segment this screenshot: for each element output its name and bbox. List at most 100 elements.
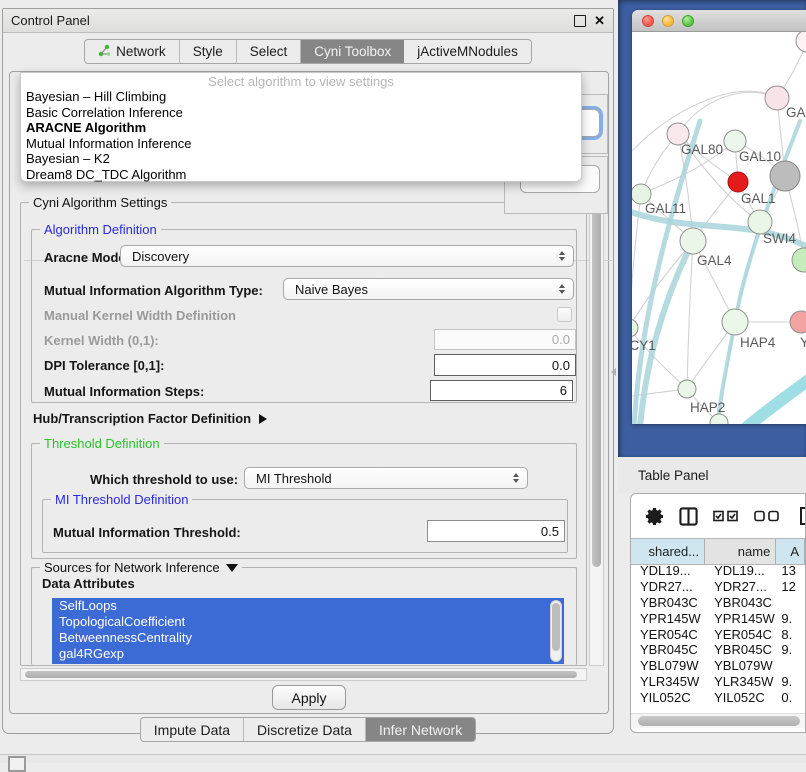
table-row[interactable]: YIL052CYIL052C0. — [631, 689, 805, 705]
table-cell: YBR043C — [631, 595, 705, 610]
mi-threshold-field[interactable]: 0.5 — [427, 520, 565, 542]
attribute-item[interactable]: BetweennessCentrality — [52, 630, 564, 646]
dpi-tolerance-label: DPI Tolerance [0,1]: — [44, 358, 164, 373]
control-panel-window: Control Panel ✕ NetworkStyleSelectCyni T… — [2, 8, 614, 734]
tab-label: Style — [193, 44, 223, 59]
mi-algorithm-type-value: Naive Bayes — [295, 282, 368, 297]
network-edge[interactable] — [687, 241, 693, 389]
new-column-icon[interactable] — [799, 506, 806, 526]
network-node[interactable] — [632, 319, 638, 337]
network-edge[interactable] — [678, 92, 777, 134]
unselect-columns-icon[interactable] — [754, 510, 780, 522]
table-cell: YIL052C — [705, 690, 776, 705]
kernel-width-field[interactable]: 0.0 — [434, 329, 576, 350]
table-row[interactable]: YPR145WYPR145W9. — [631, 610, 805, 626]
bottom-tab-discretize-data[interactable]: Discretize Data — [244, 718, 366, 741]
settings-vertical-scrollbar[interactable] — [589, 202, 604, 666]
column-header-A[interactable]: A — [776, 539, 805, 564]
tab-style[interactable]: Style — [180, 40, 237, 63]
mi-algorithm-type-select[interactable]: Naive Bayes — [283, 278, 574, 300]
split-view-icon[interactable] — [679, 507, 698, 526]
table-row[interactable]: YBL079WYBL079W — [631, 658, 805, 674]
dpi-tolerance-field[interactable]: 0.0 — [434, 354, 576, 376]
float-window-icon[interactable] — [574, 15, 586, 27]
threshold-definition-group: Threshold Definition Which threshold to … — [31, 443, 577, 559]
attribute-item[interactable]: gal4RGexp — [52, 646, 564, 662]
mi-steps-label: Mutual Information Steps: — [44, 384, 204, 399]
network-canvas[interactable]: GALGAL80GAL10GAL1GAL11SWI4GAL4GCY1HAP4YH… — [632, 32, 806, 424]
gear-icon[interactable] — [645, 507, 664, 526]
panel-splitter-handle[interactable] — [611, 368, 616, 376]
manual-kernel-width-checkbox[interactable] — [557, 307, 572, 322]
which-threshold-select[interactable]: MI Threshold — [244, 467, 528, 489]
algorithm-option[interactable]: Dream8 DC_TDC Algorithm — [21, 167, 581, 183]
bottom-tab-impute-data[interactable]: Impute Data — [141, 718, 244, 741]
table-cell: YER054C — [705, 627, 776, 642]
mi-steps-field[interactable]: 6 — [430, 380, 573, 401]
close-traffic-light-icon[interactable] — [642, 15, 654, 27]
table-cell: YDR27... — [705, 579, 776, 594]
network-view-frame: GALGAL80GAL10GAL1GAL11SWI4GAL4GCY1HAP4YH… — [618, 0, 806, 457]
apply-button[interactable]: Apply — [272, 685, 346, 710]
table-cell: YDL19... — [631, 563, 705, 578]
table-row[interactable]: YBR043CYBR043C — [631, 595, 805, 611]
table-row[interactable]: YDR27...YDR27...12 — [631, 579, 805, 595]
network-node[interactable] — [680, 228, 706, 254]
network-node[interactable] — [792, 248, 806, 272]
table-row[interactable]: YBR045CYBR045C9. — [631, 642, 805, 658]
node-label-GAL80: GAL80 — [681, 142, 723, 157]
table-cell: YBR045C — [631, 642, 705, 657]
network-edge-thick[interactable] — [747, 379, 806, 424]
algorithm-option[interactable]: ARACNE Algorithm — [21, 120, 581, 136]
bottom-tab-infer-network[interactable]: Infer Network — [366, 718, 475, 741]
node-label-HAP2: HAP2 — [690, 400, 725, 415]
network-node[interactable] — [796, 32, 806, 52]
node-label-GAL10: GAL10 — [739, 149, 781, 164]
table-cell: YER054C — [631, 627, 705, 642]
attribute-item[interactable]: TopologicalCoefficient — [52, 614, 564, 630]
network-node[interactable] — [770, 161, 800, 191]
aracne-mode-select[interactable]: Discovery — [120, 245, 574, 267]
select-all-columns-icon[interactable] — [713, 510, 739, 522]
network-node[interactable] — [678, 380, 696, 398]
network-node[interactable] — [790, 311, 806, 333]
tab-network[interactable]: Network — [85, 40, 180, 63]
table-cell: YPR145W — [705, 611, 776, 626]
table-row[interactable]: YLR345WYLR345W9. — [631, 674, 805, 690]
close-icon[interactable]: ✕ — [594, 16, 605, 26]
which-threshold-value: MI Threshold — [256, 471, 332, 486]
tab-select[interactable]: Select — [237, 40, 302, 63]
cyni-algorithm-settings-group: Cyni Algorithm Settings Algorithm Defini… — [20, 202, 587, 666]
algorithm-option[interactable]: Mutual Information Inference — [21, 136, 581, 152]
network-node[interactable] — [710, 414, 728, 424]
settings-horizontal-scrollbar[interactable] — [20, 668, 587, 681]
column-header-shared...[interactable]: shared... — [631, 539, 705, 564]
algorithm-option[interactable]: Bayesian – K2 — [21, 151, 581, 167]
attribute-list-scrollbar[interactable] — [550, 600, 562, 662]
algorithm-option[interactable]: Basic Correlation Inference — [21, 105, 581, 121]
table-rows: YDL19...YDL19...13YDR27...YDR27...12YBR0… — [631, 563, 805, 713]
corner-grip-icon[interactable] — [8, 756, 26, 772]
algorithm-definition-title: Algorithm Definition — [40, 222, 161, 237]
hub-definition-toggle[interactable]: Hub/Transcription Factor Definition — [33, 411, 267, 426]
table-horizontal-scrollbar[interactable] — [631, 713, 805, 728]
data-attributes-list[interactable]: SelfLoopsTopologicalCoefficientBetweenne… — [52, 598, 564, 664]
column-header-name[interactable]: name — [705, 539, 776, 564]
table-row[interactable]: YER054CYER054C8. — [631, 626, 805, 642]
tab-cyni-toolbox[interactable]: Cyni Toolbox — [301, 40, 404, 63]
table-row[interactable]: YDL19...YDL19...13 — [631, 563, 805, 579]
node-label-GAL: GAL — [786, 105, 806, 120]
attribute-item[interactable]: SelfLoops — [52, 598, 564, 614]
sources-title-wrap[interactable]: Sources for Network Inference — [40, 560, 242, 575]
network-node[interactable] — [728, 172, 748, 192]
table-cell: YDL19... — [705, 563, 776, 578]
mi-algorithm-type-label: Mutual Information Algorithm Type: — [44, 283, 263, 298]
algorithm-option[interactable]: Bayesian – Hill Climbing — [21, 89, 581, 105]
tab-jactivemnodules[interactable]: jActiveMNodules — [404, 40, 531, 63]
network-node[interactable] — [722, 309, 748, 335]
hub-definition-label: Hub/Transcription Factor Definition — [33, 411, 251, 426]
minimize-traffic-light-icon[interactable] — [662, 15, 674, 27]
tab-label: jActiveMNodules — [417, 44, 518, 59]
dpi-tolerance-value: 0.0 — [552, 358, 570, 373]
zoom-traffic-light-icon[interactable] — [682, 15, 694, 27]
